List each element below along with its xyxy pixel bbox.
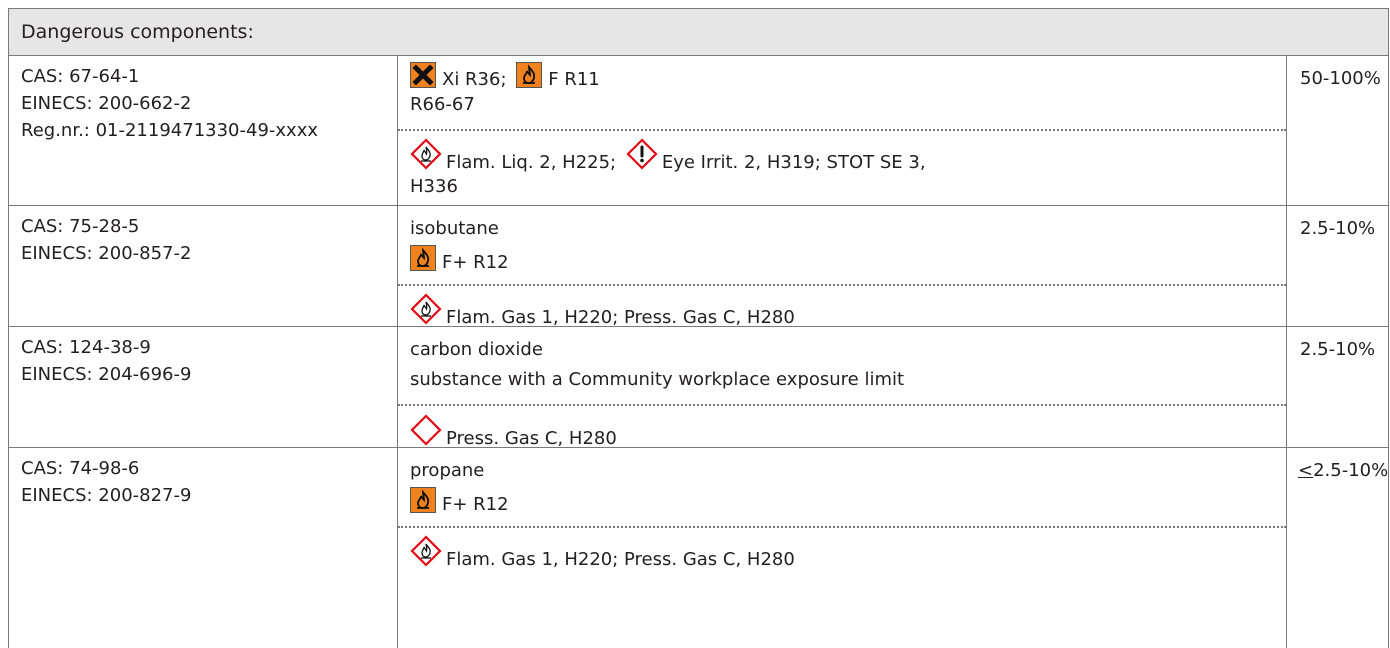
divider <box>398 284 1286 286</box>
clp-label: Flam. Liq. 2, H225; <box>446 152 617 173</box>
exposure-limit-note: substance with a Community workplace exp… <box>410 369 905 390</box>
table-header: Dangerous components: <box>8 8 1389 56</box>
cas-number: CAS: 124-38-9 <box>21 337 151 358</box>
clp-classification: Press. Gas C, H280 <box>410 414 617 452</box>
concentration: <2.5-10% <box>1298 458 1388 484</box>
concentration-value: 2.5-10% <box>1313 460 1389 481</box>
concentration: 2.5-10% <box>1300 218 1376 239</box>
clp-classification: Flam. Liq. 2, H225; Eye Irrit. 2, H319; … <box>410 138 926 176</box>
table-row: CAS: 74-98-6 EINECS: 200-827-9 propane F… <box>8 448 1389 648</box>
ghs-exclamation-icon <box>626 138 658 170</box>
dsd-classification: F+ R12 <box>410 245 509 276</box>
table-title: Dangerous components: <box>21 21 254 43</box>
clp-classification: Flam. Gas 1, H220; Press. Gas C, H280 <box>410 535 795 573</box>
ghs-flame-icon <box>410 293 442 325</box>
flame-icon <box>516 62 543 88</box>
classification-cell: carbon dioxide substance with a Communit… <box>397 327 1287 449</box>
identifier-cell: CAS: 67-64-1 EINECS: 200-662-2 Reg.nr.: … <box>9 56 397 205</box>
cas-number: CAS: 74-98-6 <box>21 458 140 479</box>
dsd-label: F+ R12 <box>442 494 509 515</box>
harmful-x-icon <box>410 62 436 88</box>
dsd-risk-phrases: R66-67 <box>410 94 475 115</box>
clp-classification: Flam. Gas 1, H220; Press. Gas C, H280 <box>410 293 795 331</box>
registration-number: Reg.nr.: 01-2119471330-49-xxxx <box>21 120 319 141</box>
dsd-label: F+ R12 <box>442 252 509 273</box>
ghs-empty-diamond-icon <box>410 414 442 446</box>
classification-cell: isobutane F+ R12 Flam. Gas 1, H220; Pres… <box>397 206 1287 328</box>
concentration-cell: 50-100% <box>1286 56 1388 205</box>
einecs-number: EINECS: 200-662-2 <box>21 93 192 114</box>
substance-name: isobutane <box>410 218 499 239</box>
clp-label: Flam. Gas 1, H220; Press. Gas C, H280 <box>446 307 795 328</box>
ghs-flame-icon <box>410 535 442 567</box>
cas-number: CAS: 75-28-5 <box>21 216 140 237</box>
dsd-classification: F+ R12 <box>410 487 509 518</box>
dsd-label: F R11 <box>548 69 600 90</box>
flame-icon <box>410 487 436 513</box>
einecs-number: EINECS: 200-827-9 <box>21 485 192 506</box>
clp-label: Flam. Gas 1, H220; Press. Gas C, H280 <box>446 549 795 570</box>
concentration-cell: <2.5-10% <box>1286 448 1388 648</box>
flame-icon <box>410 245 436 271</box>
table-row: CAS: 124-38-9 EINECS: 204-696-9 carbon d… <box>8 327 1389 449</box>
identifier-cell: CAS: 124-38-9 EINECS: 204-696-9 <box>9 327 397 447</box>
concentration: 2.5-10% <box>1300 339 1376 360</box>
table-row: CAS: 75-28-5 EINECS: 200-857-2 isobutane… <box>8 206 1389 328</box>
substance-name: carbon dioxide <box>410 339 543 360</box>
concentration-cell: 2.5-10% <box>1286 327 1388 447</box>
classification-cell: propane F+ R12 Flam. Gas 1, H220; Press.… <box>397 448 1287 648</box>
concentration-prefix: < <box>1298 460 1314 481</box>
divider <box>398 404 1286 406</box>
table-row: CAS: 67-64-1 EINECS: 200-662-2 Reg.nr.: … <box>8 56 1389 206</box>
classification-cell: Xi R36; F R11 R66-67 Flam. Liq. 2, H225;… <box>397 56 1287 205</box>
clp-label: Press. Gas C, H280 <box>446 428 617 449</box>
ghs-flame-icon <box>410 138 442 170</box>
cas-number: CAS: 67-64-1 <box>21 66 140 87</box>
identifier-cell: CAS: 75-28-5 EINECS: 200-857-2 <box>9 206 397 326</box>
identifier-cell: CAS: 74-98-6 EINECS: 200-827-9 <box>9 448 397 648</box>
substance-name: propane <box>410 460 485 481</box>
dsd-classification: Xi R36; F R11 <box>410 62 600 93</box>
einecs-number: EINECS: 204-696-9 <box>21 364 192 385</box>
dangerous-components-table: Dangerous components: CAS: 67-64-1 EINEC… <box>0 0 1390 648</box>
divider <box>398 129 1286 131</box>
concentration-cell: 2.5-10% <box>1286 206 1388 326</box>
divider <box>398 526 1286 528</box>
dsd-label: Xi R36; <box>442 69 507 90</box>
clp-hazard-continued: H336 <box>410 176 458 197</box>
einecs-number: EINECS: 200-857-2 <box>21 243 192 264</box>
clp-label: Eye Irrit. 2, H319; STOT SE 3, <box>661 152 926 173</box>
concentration: 50-100% <box>1300 68 1381 89</box>
